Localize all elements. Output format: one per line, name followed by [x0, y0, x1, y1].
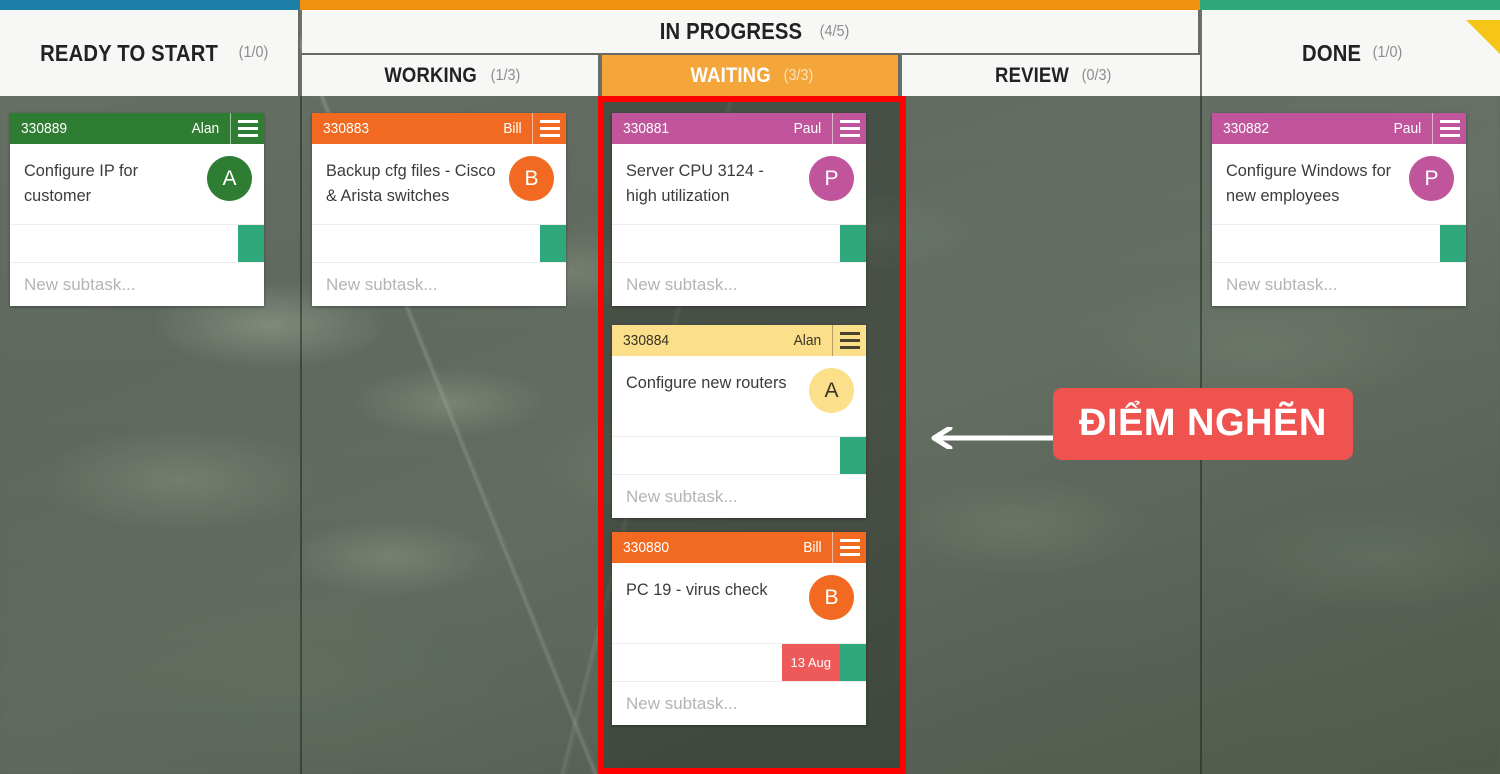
card-meta-row: [1212, 224, 1466, 262]
corner-fold-icon: [1466, 20, 1500, 54]
status-chip[interactable]: [1440, 225, 1466, 262]
card-header: 330883 Bill: [312, 113, 566, 144]
hamburger-menu-icon[interactable]: [1432, 113, 1466, 144]
column-header-review[interactable]: REVIEW (0/3): [902, 53, 1200, 96]
column-title-working: WORKING: [384, 63, 477, 87]
column-title-done: DONE: [1301, 39, 1362, 66]
task-card[interactable]: 330884 Alan Configure new routers A New …: [612, 325, 866, 518]
column-header-waiting[interactable]: WAITING (3/3): [602, 53, 900, 96]
task-card[interactable]: 330881 Paul Server CPU 3124 - high utili…: [612, 113, 866, 306]
card-owner: Alan: [191, 120, 220, 137]
avatar: B: [509, 156, 554, 201]
column-count-in-progress: (4/5): [819, 22, 849, 40]
board-header: READY TO START (1/0) IN PROGRESS (4/5) W…: [0, 0, 1500, 96]
hamburger-menu-icon[interactable]: [532, 113, 566, 144]
status-chip[interactable]: [840, 437, 866, 474]
column-count-review: (0/3): [1081, 66, 1111, 84]
column-title-review: REVIEW: [994, 63, 1069, 87]
column-title-in-progress: IN PROGRESS: [659, 18, 802, 44]
avatar: A: [207, 156, 252, 201]
new-subtask-input[interactable]: New subtask...: [612, 681, 866, 725]
card-meta-row: [612, 224, 866, 262]
card-title: Configure new routers: [626, 373, 787, 392]
card-id: 330884: [623, 332, 670, 349]
hamburger-menu-icon[interactable]: [230, 113, 264, 144]
new-subtask-input[interactable]: New subtask...: [312, 262, 566, 306]
card-body: Configure new routers A: [612, 356, 866, 436]
card-title: Server CPU 3124 - high utilization: [626, 161, 764, 205]
column-count-done: (1/0): [1372, 44, 1403, 61]
card-title: Configure Windows for new employees: [1226, 161, 1392, 205]
column-header-done[interactable]: DONE (1/0): [1202, 10, 1500, 96]
card-header: 330884 Alan: [612, 325, 866, 356]
card-body: Configure IP for customer A: [10, 144, 264, 224]
card-id: 330883: [323, 120, 370, 137]
new-subtask-input[interactable]: New subtask...: [612, 262, 866, 306]
column-header-in-progress[interactable]: IN PROGRESS (4/5): [302, 10, 1200, 53]
card-meta-row: [612, 436, 866, 474]
hamburger-menu-icon[interactable]: [832, 113, 866, 144]
card-title: Backup cfg files - Cisco & Arista switch…: [326, 161, 496, 205]
column-header-ready-to-start[interactable]: READY TO START (1/0): [0, 10, 300, 96]
card-owner: Paul: [793, 120, 822, 137]
avatar: P: [1409, 156, 1454, 201]
card-title: PC 19 - virus check: [626, 580, 768, 599]
accent-bar-ready-to-start: [0, 0, 300, 10]
column-title-waiting: WAITING: [690, 63, 771, 87]
new-subtask-input[interactable]: New subtask...: [612, 474, 866, 518]
card-header: 330889 Alan: [10, 113, 264, 144]
card-owner: Bill: [503, 120, 522, 137]
bottleneck-annotation: ĐIỂM NGHẼN: [1053, 388, 1353, 460]
card-id: 330882: [1223, 120, 1270, 137]
bottleneck-arrow-icon: [931, 427, 1056, 449]
status-chip[interactable]: [238, 225, 264, 262]
card-header: 330881 Paul: [612, 113, 866, 144]
task-card[interactable]: 330880 Bill PC 19 - virus check B 13 Aug…: [612, 532, 866, 725]
hamburger-menu-icon[interactable]: [832, 532, 866, 563]
card-owner: Bill: [803, 539, 822, 556]
task-card[interactable]: 330889 Alan Configure IP for customer A …: [10, 113, 264, 306]
column-count-working: (1/3): [490, 66, 521, 84]
card-owner: Alan: [793, 332, 822, 349]
column-count-ready-to-start: (1/0): [238, 44, 268, 61]
avatar: A: [809, 368, 854, 413]
task-card[interactable]: 330883 Bill Backup cfg files - Cisco & A…: [312, 113, 566, 306]
column-header-working[interactable]: WORKING (1/3): [302, 53, 600, 96]
accent-bar-done: [1200, 0, 1500, 10]
card-owner: Paul: [1393, 120, 1422, 137]
status-chip[interactable]: [840, 644, 866, 681]
bottleneck-label: ĐIỂM NGHẼN: [1053, 388, 1353, 460]
card-header: 330880 Bill: [612, 532, 866, 563]
card-meta-row: [10, 224, 264, 262]
task-card[interactable]: 330882 Paul Configure Windows for new em…: [1212, 113, 1466, 306]
card-header: 330882 Paul: [1212, 113, 1466, 144]
card-id: 330889: [21, 120, 68, 137]
new-subtask-input[interactable]: New subtask...: [1212, 262, 1466, 306]
avatar: P: [809, 156, 854, 201]
card-body: Backup cfg files - Cisco & Arista switch…: [312, 144, 566, 224]
card-body: PC 19 - virus check B: [612, 563, 866, 643]
accent-bar-in-progress: [300, 0, 1200, 10]
avatar: B: [809, 575, 854, 620]
card-id: 330880: [623, 539, 670, 556]
status-chip[interactable]: [540, 225, 566, 262]
due-date-badge[interactable]: 13 Aug: [781, 644, 840, 681]
card-meta-row: 13 Aug: [612, 643, 866, 681]
column-title-ready-to-start: READY TO START: [40, 39, 219, 66]
column-divider-1: [300, 96, 302, 774]
kanban-board: READY TO START (1/0) IN PROGRESS (4/5) W…: [0, 0, 1500, 774]
new-subtask-input[interactable]: New subtask...: [10, 262, 264, 306]
card-body: Server CPU 3124 - high utilization P: [612, 144, 866, 224]
hamburger-menu-icon[interactable]: [832, 325, 866, 356]
card-body: Configure Windows for new employees P: [1212, 144, 1466, 224]
card-id: 330881: [623, 120, 670, 137]
status-chip[interactable]: [840, 225, 866, 262]
column-count-waiting: (3/3): [783, 66, 814, 84]
card-meta-row: [312, 224, 566, 262]
card-title: Configure IP for customer: [24, 161, 139, 205]
